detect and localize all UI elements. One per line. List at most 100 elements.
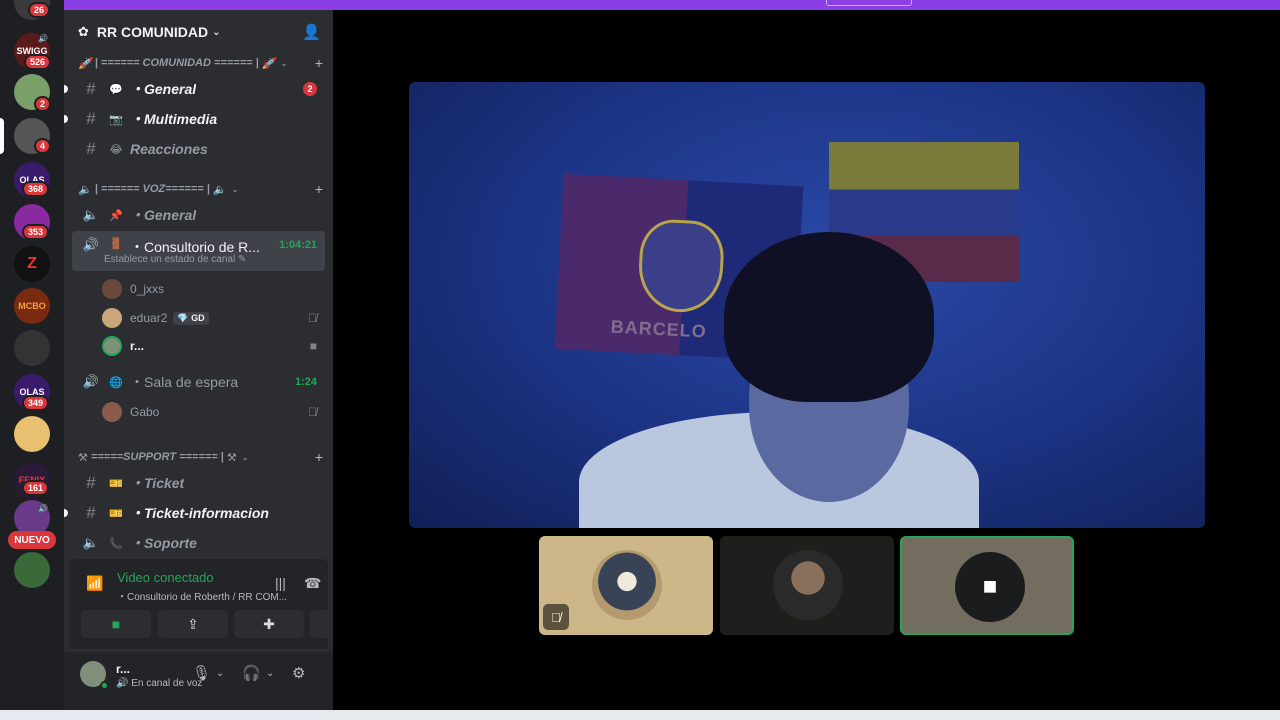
- avatar: [102, 402, 122, 422]
- headphones-icon[interactable]: 🎧: [242, 664, 261, 682]
- signal-icon[interactable]: 📶: [86, 575, 103, 592]
- member-name: eduar2: [130, 311, 168, 325]
- voice-channel-soporte[interactable]: 🔈 📞 ・Soporte: [72, 529, 325, 557]
- muted-mic-icon: 🎙̸: [308, 405, 317, 419]
- server-icon-7[interactable]: Z: [14, 246, 50, 282]
- add-channel-icon[interactable]: +: [315, 55, 323, 71]
- channel-name: ・Ticket: [130, 475, 185, 491]
- server-badge: 368: [22, 181, 50, 197]
- noise-suppression-icon[interactable]: |||: [275, 575, 286, 591]
- rocket-icon: 🚀: [78, 57, 92, 70]
- avatar: [102, 308, 122, 328]
- server-icon-14[interactable]: [14, 552, 50, 588]
- category-label: | ====== VOZ====== |: [94, 183, 210, 195]
- server-badge: 349: [22, 395, 50, 411]
- chevron-down-icon: ⌄: [231, 184, 239, 194]
- server-rail: 26 SWIGG 🔊 526 2 4 OLAS 368 353 Z MCBO O…: [0, 0, 64, 710]
- online-status-dot: [100, 681, 109, 690]
- muted-mic-icon: 🎙̸: [543, 604, 569, 630]
- channel-name: ・General: [130, 81, 197, 97]
- chevron-down-icon: ⌄: [212, 26, 221, 38]
- ticket-icon: 🎫: [109, 477, 123, 490]
- participant-tile[interactable]: 🎙̸: [539, 536, 713, 635]
- screen-share-button[interactable]: ⇪: [158, 610, 228, 638]
- category-label: | ====== COMUNIDAD ====== |: [94, 57, 259, 69]
- voice-channel-general[interactable]: 🔈 📌 ・General: [72, 201, 325, 229]
- participant-tile[interactable]: [720, 536, 894, 635]
- user-panel: r... 🔊 En canal de voz 🎙 ⌄ 🎧 ⌄ ⚙: [64, 652, 333, 710]
- main-video-feed[interactable]: BARCELO: [409, 82, 1205, 528]
- category-support[interactable]: ⚒ =====SUPPORT ====== | ⚒ ⌄ +: [78, 448, 323, 466]
- microphone-icon[interactable]: 🎙: [192, 664, 211, 682]
- voice-member[interactable]: 0_jxxs: [102, 276, 325, 302]
- disconnect-icon[interactable]: ☎: [304, 575, 321, 592]
- category-voz[interactable]: 🔈 | ====== VOZ====== | 🔈 ⌄ +: [78, 180, 323, 198]
- unread-indicator: [64, 115, 68, 123]
- window-top-bar: [64, 0, 1280, 10]
- channel-name: Reacciones: [130, 141, 208, 157]
- member-name: r...: [130, 339, 145, 353]
- smiley-icon: 😂: [109, 143, 123, 156]
- door-icon: 🚪: [109, 238, 123, 250]
- chevron-down-icon: ⌄: [280, 58, 288, 68]
- participant-tile-speaking[interactable]: ■: [900, 536, 1074, 635]
- channel-name: ・Soporte: [130, 535, 197, 551]
- pencil-icon: ✎: [238, 254, 247, 265]
- video-stage: BARCELO 🎙̸ ■: [333, 10, 1280, 710]
- unread-indicator: [64, 509, 68, 517]
- voice-status-subtitle[interactable]: ・Consultorio de Roberth / RR COM...: [117, 588, 287, 603]
- server-badge: 4: [34, 138, 52, 154]
- channel-name: ・Sala de espera: [130, 374, 239, 390]
- voice-member[interactable]: r... ■: [102, 333, 325, 359]
- activities-button[interactable]: ✚: [234, 610, 304, 638]
- camera-icon: 📷: [109, 113, 123, 126]
- hash-icon: #: [86, 139, 96, 158]
- user-name[interactable]: r...: [116, 662, 130, 676]
- server-badge: 161: [22, 480, 50, 496]
- camera-button[interactable]: ■: [81, 610, 151, 638]
- new-badge[interactable]: NUEVO: [8, 531, 56, 549]
- gear-icon[interactable]: ⚙: [292, 664, 305, 682]
- user-status: 🔊 En canal de voz: [116, 678, 203, 689]
- mention-badge: 2: [303, 82, 317, 96]
- server-icon-9[interactable]: [14, 330, 50, 366]
- voice-member[interactable]: Gabo 🎙̸: [102, 399, 325, 425]
- voice-status-title[interactable]: Video conectado: [117, 570, 214, 585]
- tools-icon: ⚒: [226, 451, 237, 464]
- server-badge: 526: [24, 54, 52, 70]
- server-badge: 353: [22, 224, 50, 240]
- member-name: 0_jxxs: [130, 282, 165, 296]
- speaker-icon: 🔈: [82, 535, 100, 550]
- voice-channel-consultorio[interactable]: 🔊 🚪 ・Consultorio de R... 1:04:21 Estable…: [72, 231, 325, 271]
- speaker-icon: 🔊: [38, 34, 48, 43]
- voice-member[interactable]: eduar2 💎 GD 🎙̸: [102, 305, 325, 331]
- server-name: RR COMUNIDAD: [96, 24, 209, 40]
- channel-ticket[interactable]: # 🎫 ・Ticket: [72, 469, 325, 497]
- channel-reacciones[interactable]: # 😂 Reacciones: [72, 135, 325, 163]
- voice-channel-sala[interactable]: 🔊 🌐 ・Sala de espera 1:24: [72, 368, 325, 396]
- add-channel-icon[interactable]: +: [315, 181, 323, 197]
- chevron-down-icon[interactable]: ⌄: [266, 668, 274, 679]
- category-comunidad[interactable]: 🚀 | ====== COMUNIDAD ====== | 🚀 ⌄ +: [78, 54, 323, 72]
- server-badge: 2: [34, 96, 52, 112]
- channel-status-hint[interactable]: Establece un estado de canal ✎: [104, 254, 246, 265]
- phone-icon: 📞: [109, 537, 123, 550]
- channel-general-text[interactable]: # 💬 ・General 2: [64, 75, 325, 103]
- channel-name: ・Ticket-informacion: [130, 505, 269, 521]
- fcb-crest-image: [636, 217, 726, 315]
- tools-icon: ⚒: [78, 451, 88, 464]
- avatar: [102, 279, 122, 299]
- chevron-down-icon[interactable]: ⌄: [216, 668, 224, 679]
- channel-multimedia[interactable]: # 📷 ・Multimedia: [64, 105, 325, 133]
- window-notch: [826, 0, 912, 6]
- server-icon-11[interactable]: [14, 416, 50, 452]
- invite-people-icon[interactable]: 👤: [302, 23, 321, 41]
- server-icon-8[interactable]: MCBO: [14, 288, 50, 324]
- muted-mic-icon: 🎙̸: [308, 311, 317, 325]
- camera-icon: ■: [309, 339, 317, 353]
- voice-timer: 1:24: [294, 376, 317, 388]
- server-header[interactable]: ✿ RR COMUNIDAD ⌄ 👤: [64, 10, 333, 54]
- channel-ticket-informacion[interactable]: # 🎫 ・Ticket-informacion: [64, 499, 325, 527]
- pin-icon: 📌: [109, 209, 123, 222]
- add-channel-icon[interactable]: +: [315, 449, 323, 465]
